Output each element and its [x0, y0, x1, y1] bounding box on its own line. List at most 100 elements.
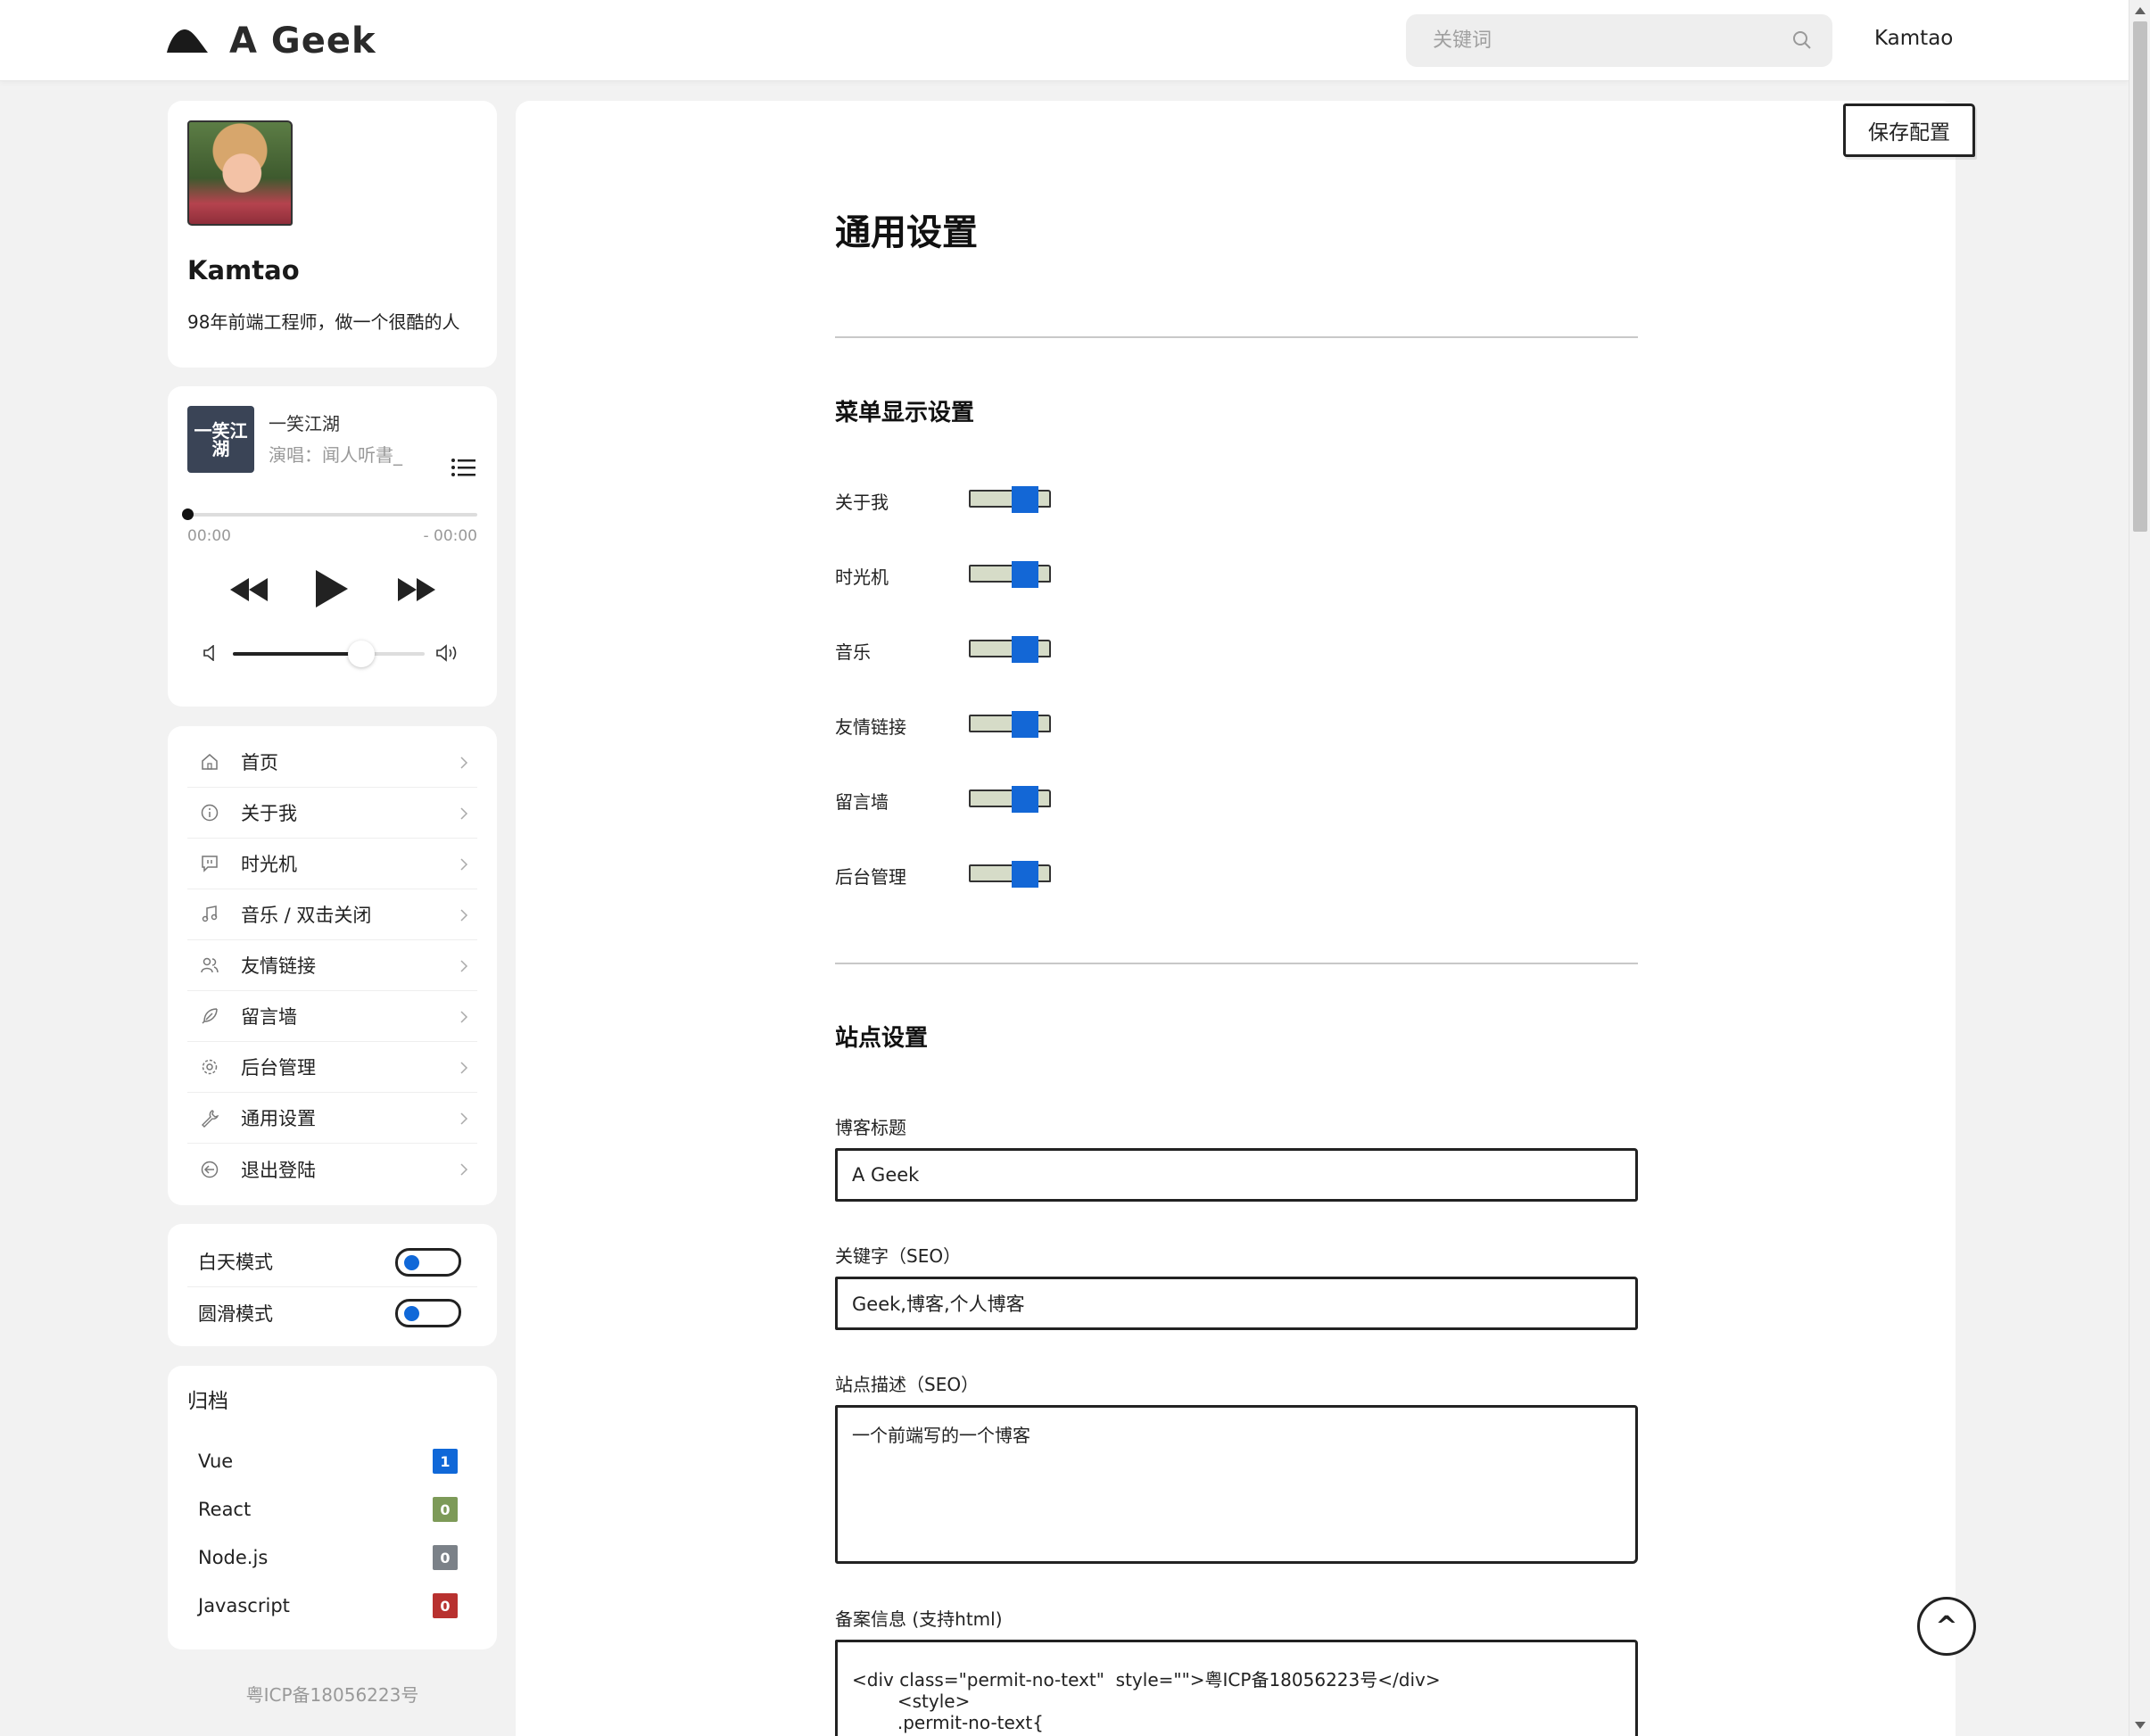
- sidebar-item-label: 时光机: [241, 854, 297, 875]
- chevron-right-icon: [460, 1112, 468, 1125]
- description-textarea[interactable]: 一个前端写的一个博客: [835, 1405, 1638, 1564]
- info-icon: [201, 804, 219, 822]
- record-textarea[interactable]: <div class="permit-no-text" style="">粤IC…: [835, 1640, 1638, 1736]
- volume-slider[interactable]: [233, 641, 425, 667]
- chevron-right-icon: [460, 858, 468, 871]
- chevron-right-icon: [460, 756, 468, 769]
- sidebar-item-music[interactable]: 音乐 / 双击关闭: [187, 889, 477, 940]
- top-header: A Geek Kamtao: [0, 0, 2129, 81]
- scroll-up-arrow-icon[interactable]: [2135, 7, 2146, 14]
- sidebar-item-guestbook[interactable]: 留言墙: [187, 991, 477, 1042]
- slider-knob[interactable]: [1012, 711, 1038, 738]
- archive-item-vue[interactable]: Vue 1: [187, 1437, 477, 1485]
- section-divider: [835, 963, 1638, 964]
- menu-toggle-links: 友情链接: [835, 707, 1103, 743]
- archive-label: React: [198, 1499, 252, 1520]
- sidebar-item-admin[interactable]: 后台管理: [187, 1042, 477, 1093]
- avatar: [187, 120, 293, 226]
- rewind-icon[interactable]: [228, 576, 269, 603]
- slider-knob[interactable]: [1012, 561, 1038, 588]
- icp-record-link[interactable]: 粤ICP备18056223号: [168, 1681, 497, 1707]
- menu-section-title: 菜单显示设置: [835, 400, 975, 426]
- slider-knob[interactable]: [1012, 786, 1038, 813]
- menu-toggle-slider[interactable]: [969, 561, 1051, 588]
- slider-knob[interactable]: [1012, 636, 1038, 663]
- menu-toggle-about: 关于我: [835, 483, 1103, 518]
- music-icon: [202, 905, 218, 922]
- archive-label: Vue: [198, 1451, 234, 1472]
- menu-toggle-slider[interactable]: [969, 786, 1051, 813]
- search-box: [1406, 14, 1832, 67]
- site-section-title: 站点设置: [835, 1025, 929, 1052]
- search-input[interactable]: [1406, 29, 1763, 52]
- menu-toggle-label: 音乐: [835, 641, 871, 663]
- keywords-input[interactable]: [835, 1277, 1638, 1330]
- archive-label: Node.js: [198, 1547, 269, 1568]
- day-mode-label: 白天模式: [198, 1252, 273, 1273]
- users-icon: [201, 957, 219, 973]
- archive-title: 归档: [187, 1390, 228, 1413]
- archive-item-nodejs[interactable]: Node.js 0: [187, 1533, 477, 1582]
- header-user-name[interactable]: Kamtao: [1874, 27, 1953, 50]
- menu-toggle-slider[interactable]: [969, 861, 1051, 888]
- sidebar-item-about[interactable]: 关于我: [187, 788, 477, 839]
- smooth-mode-toggle[interactable]: [395, 1299, 461, 1327]
- menu-toggle-timemachine: 时光机: [835, 558, 1103, 593]
- volume-fill: [233, 652, 362, 656]
- sidebar-item-home[interactable]: 首页: [187, 737, 477, 788]
- wrench-icon: [202, 1110, 219, 1128]
- keywords-label: 关键字（SEO）: [835, 1245, 962, 1267]
- logo-text: A Geek: [229, 21, 376, 62]
- back-to-top-button[interactable]: ^: [1917, 1597, 1976, 1656]
- playlist-icon[interactable]: [451, 458, 475, 477]
- slider-knob[interactable]: [1012, 861, 1038, 888]
- sidebar-item-links[interactable]: 友情链接: [187, 940, 477, 991]
- menu-toggle-guestbook: 留言墙: [835, 782, 1103, 818]
- menu-toggle-slider[interactable]: [969, 486, 1051, 513]
- progress-handle[interactable]: [182, 508, 194, 520]
- profile-name: Kamtao: [187, 255, 300, 285]
- archive-item-javascript[interactable]: Javascript 0: [187, 1582, 477, 1630]
- play-icon[interactable]: [314, 568, 350, 609]
- search-icon[interactable]: [1791, 29, 1813, 51]
- slider-knob[interactable]: [1012, 486, 1038, 513]
- sidebar-item-logout[interactable]: 退出登陆: [187, 1144, 477, 1195]
- volume-handle[interactable]: [348, 641, 376, 667]
- logout-icon: [201, 1161, 219, 1178]
- archive-item-react[interactable]: React 0: [187, 1485, 477, 1533]
- menu-toggle-music: 音乐: [835, 632, 1103, 668]
- page-scrollbar[interactable]: [2129, 0, 2150, 1736]
- archive-count-badge: 0: [433, 1497, 458, 1522]
- save-config-button[interactable]: 保存配置: [1843, 103, 1975, 157]
- smooth-mode-row: 圆滑模式: [187, 1287, 477, 1338]
- volume-high-icon[interactable]: [436, 643, 461, 663]
- volume-low-icon[interactable]: [203, 645, 219, 661]
- song-artist: 演唱：闻人听書_: [269, 444, 402, 466]
- toggle-knob: [404, 1306, 419, 1321]
- profile-card: Kamtao 98年前端工程师，做一个很酷的人: [168, 101, 497, 368]
- smooth-mode-label: 圆滑模式: [198, 1302, 273, 1325]
- day-mode-row: 白天模式: [187, 1236, 477, 1287]
- archive-card: 归档 Vue 1 React 0 Node.js 0 Javascript 0: [168, 1366, 497, 1649]
- menu-toggle-slider[interactable]: [969, 711, 1051, 738]
- site-logo[interactable]: A Geek: [165, 18, 376, 64]
- message-icon: [202, 856, 218, 872]
- fast-forward-icon[interactable]: [396, 576, 437, 603]
- section-divider: [835, 336, 1638, 338]
- menu-toggle-label: 关于我: [835, 492, 889, 513]
- blog-title-input[interactable]: [835, 1148, 1638, 1202]
- menu-toggle-slider[interactable]: [969, 636, 1051, 663]
- archive-count-badge: 0: [433, 1593, 458, 1618]
- song-progress-bar[interactable]: [182, 508, 477, 520]
- scroll-down-arrow-icon[interactable]: [2135, 1722, 2146, 1729]
- sidebar-item-settings[interactable]: 通用设置: [187, 1093, 477, 1144]
- archive-count-badge: 1: [433, 1449, 458, 1474]
- home-icon: [202, 754, 218, 770]
- sidebar-item-timemachine[interactable]: 时光机: [187, 839, 477, 889]
- archive-label: Javascript: [198, 1595, 290, 1616]
- blog-title-label: 博客标题: [835, 1117, 906, 1138]
- scroll-thumb[interactable]: [2133, 21, 2147, 532]
- day-mode-toggle[interactable]: [395, 1248, 461, 1277]
- description-label: 站点描述（SEO）: [835, 1374, 980, 1395]
- chevron-right-icon: [460, 1011, 468, 1023]
